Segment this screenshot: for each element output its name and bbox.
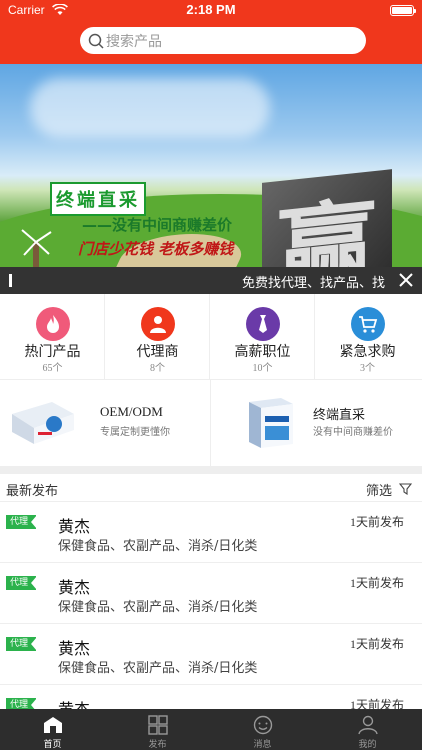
category-grid: 热门产品 65个 代理商 8个 高薪职位 10个 紧急求购 3个 xyxy=(0,294,422,380)
list-item[interactable]: 代理 黄杰 保健食品、农副产品、消杀/日化类 1天前发布 xyxy=(0,563,422,624)
category-hot-products[interactable]: 热门产品 65个 xyxy=(0,294,105,380)
tab-label: 首页 xyxy=(43,740,62,750)
grid-icon xyxy=(148,715,168,735)
filter-icon[interactable] xyxy=(399,483,412,495)
category-count: 10个 xyxy=(252,363,273,374)
promo-subtitle: 没有中间商赚差价 xyxy=(313,427,393,438)
latest-title: 最新发布 xyxy=(6,484,59,499)
item-time: 1天前发布 xyxy=(349,698,404,709)
item-time: 1天前发布 xyxy=(349,637,404,651)
latest-list: 代理 黄杰 保健食品、农副产品、消杀/日化类 1天前发布 代理 黄杰 保健食品、… xyxy=(0,502,422,709)
promo-oem[interactable]: OEM/ODM 专属定制更懂你 xyxy=(0,380,211,466)
agent-tag: 代理 xyxy=(6,637,38,651)
cart-icon xyxy=(351,307,385,341)
agent-tag: 代理 xyxy=(6,515,38,529)
list-item[interactable]: 代理 黄杰 保健食品、农副产品、消杀/日化类 1天前发布 xyxy=(0,502,422,563)
item-time: 1天前发布 xyxy=(349,515,404,529)
category-urgent-purchase[interactable]: 紧急求购 3个 xyxy=(315,294,420,380)
item-desc: 保健食品、农副产品、消杀/日化类 xyxy=(58,600,258,615)
list-item[interactable]: 代理 黄杰 1天前发布 xyxy=(0,685,422,709)
promo-banner[interactable]: 终端直采 ——没有中间商赚差价 门店少花钱 老板多赚钱 赢 xyxy=(0,64,422,267)
banner-slogan: 门店少花钱 老板多赚钱 xyxy=(78,240,234,258)
item-name: 黄杰 xyxy=(58,578,91,597)
message-icon xyxy=(253,715,273,735)
tab-bar: 首页 发布 消息 我的 xyxy=(0,709,422,750)
person-icon xyxy=(141,307,175,341)
agent-tag: 代理 xyxy=(6,576,38,590)
tab-label: 发布 xyxy=(148,740,167,750)
tab-home[interactable]: 首页 xyxy=(0,709,105,750)
banner-clouds xyxy=(30,78,270,138)
tie-icon xyxy=(246,307,280,341)
search-icon xyxy=(88,33,104,49)
category-label: 热门产品 xyxy=(24,344,81,360)
status-bar: Carrier 2:18 PM xyxy=(0,0,422,20)
promo-row: OEM/ODM 专属定制更懂你 终端直采 没有中间商赚差价 xyxy=(0,380,422,466)
category-agents[interactable]: 代理商 8个 xyxy=(105,294,210,380)
fire-icon xyxy=(36,307,70,341)
status-time: 2:18 PM xyxy=(186,2,236,17)
category-label: 高薪职位 xyxy=(234,344,291,360)
category-label: 紧急求购 xyxy=(339,344,396,360)
category-count: 8个 xyxy=(150,363,165,374)
tab-messages[interactable]: 消息 xyxy=(210,709,315,750)
notice-marquee: 免费找代理、找产品、找 xyxy=(0,267,422,294)
promo-title: 终端直采 xyxy=(313,407,366,422)
search-input[interactable]: 搜索产品 xyxy=(106,31,162,51)
windmill-icon xyxy=(21,229,52,267)
user-icon xyxy=(358,715,378,735)
banner-title: 终端直采 xyxy=(50,182,146,216)
product-box-image xyxy=(12,402,74,444)
category-count: 65个 xyxy=(42,363,63,374)
close-icon[interactable] xyxy=(398,272,414,288)
app-header: Carrier 2:18 PM 搜索产品 xyxy=(0,0,422,64)
filter-button[interactable]: 筛选 xyxy=(366,480,392,499)
list-item[interactable]: 代理 黄杰 保健食品、农副产品、消杀/日化类 1天前发布 xyxy=(0,624,422,685)
item-desc: 保健食品、农副产品、消杀/日化类 xyxy=(58,661,258,676)
section-divider xyxy=(0,466,422,474)
promo-title: OEM/ODM xyxy=(100,404,163,419)
category-jobs[interactable]: 高薪职位 10个 xyxy=(210,294,315,380)
battery-icon xyxy=(390,5,416,16)
item-name: 黄杰 xyxy=(58,696,90,709)
search-bar[interactable]: 搜索产品 xyxy=(80,27,366,54)
banner-subtitle: ——没有中间商赚差价 xyxy=(82,216,233,234)
banner-big-char: 赢 xyxy=(262,169,392,267)
promo-direct-purchase[interactable]: 终端直采 没有中间商赚差价 xyxy=(211,380,422,466)
marquee-bar xyxy=(9,274,12,287)
tab-publish[interactable]: 发布 xyxy=(105,709,210,750)
item-desc: 保健食品、农副产品、消杀/日化类 xyxy=(58,539,258,554)
tab-profile[interactable]: 我的 xyxy=(315,709,420,750)
marquee-text: 免费找代理、找产品、找 xyxy=(242,276,386,291)
agent-tag: 代理 xyxy=(6,698,38,709)
product-box-image xyxy=(249,398,293,448)
item-time: 1天前发布 xyxy=(349,576,404,590)
item-name: 黄杰 xyxy=(58,639,91,658)
category-label: 代理商 xyxy=(136,344,179,360)
promo-subtitle: 专属定制更懂你 xyxy=(100,427,170,438)
home-icon xyxy=(44,717,62,733)
latest-header: 最新发布 筛选 xyxy=(0,474,422,502)
category-count: 3个 xyxy=(360,363,375,374)
item-name: 黄杰 xyxy=(58,517,91,536)
tab-label: 我的 xyxy=(358,740,377,750)
tab-label: 消息 xyxy=(253,740,272,750)
